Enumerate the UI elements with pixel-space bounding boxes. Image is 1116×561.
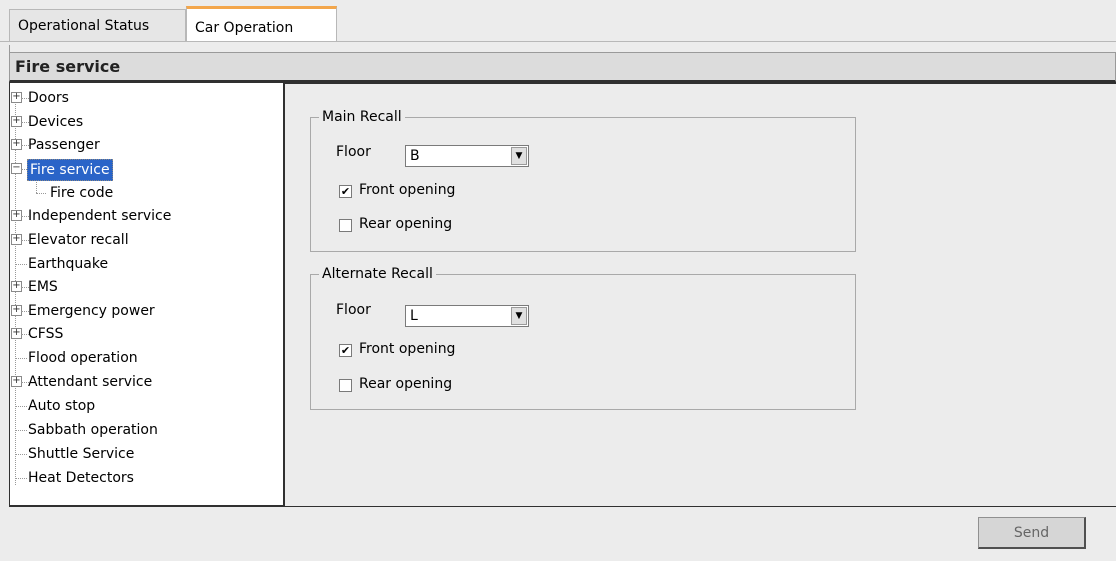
alternate-rear-opening-checkbox[interactable] <box>339 379 352 392</box>
tree-connector <box>16 454 27 455</box>
tree-item-label: Shuttle Service <box>28 446 135 462</box>
main-floor-select[interactable]: B ▼ <box>405 145 529 167</box>
tree-connector <box>16 406 27 407</box>
tree-item-label: Independent service <box>28 208 172 224</box>
alternate-front-opening-checkbox[interactable]: ✔ <box>339 344 352 357</box>
main-floor-label: Floor <box>336 144 371 160</box>
send-button[interactable]: Send <box>978 517 1086 549</box>
alternate-recall-group: Alternate Recall Floor L ▼ ✔ Front openi… <box>310 266 856 410</box>
alternate-floor-value: L <box>410 308 418 324</box>
main-recall-group: Main Recall Floor B ▼ ✔ Front opening Re… <box>310 109 856 252</box>
tree-item-label: EMS <box>28 279 58 295</box>
main-rear-opening-label: Rear opening <box>359 216 453 232</box>
footer-bar <box>9 506 1116 561</box>
tree-connector <box>16 430 27 431</box>
tree-item-label: Emergency power <box>28 303 155 319</box>
main-floor-value: B <box>410 148 420 164</box>
tab-bar: Operational Status Car Operation <box>0 0 1116 45</box>
alternate-front-opening-label: Front opening <box>359 341 456 357</box>
alternate-floor-select[interactable]: L ▼ <box>405 305 529 327</box>
main-rear-opening-checkbox[interactable] <box>339 219 352 232</box>
tab-divider <box>0 41 1116 42</box>
alternate-floor-label: Floor <box>336 302 371 318</box>
alternate-rear-opening-label: Rear opening <box>359 376 453 392</box>
main-front-opening-checkbox[interactable]: ✔ <box>339 185 352 198</box>
tree-connector <box>16 358 27 359</box>
content-panel: Main Recall Floor B ▼ ✔ Front opening Re… <box>285 82 1116 506</box>
tree-item-label: CFSS <box>28 326 64 342</box>
tree-item-label: Attendant service <box>28 374 153 390</box>
tab-operational-status[interactable]: Operational Status <box>9 9 186 41</box>
tree-connector <box>36 193 46 194</box>
main-recall-legend: Main Recall <box>319 109 405 125</box>
chevron-down-icon[interactable]: ▼ <box>511 307 527 325</box>
tree-item-label: Earthquake <box>28 256 109 272</box>
page-title: Fire service <box>9 52 1116 82</box>
tree-item-label: Devices <box>28 114 84 130</box>
tree-connector <box>16 264 27 265</box>
tree-item-label: Fire code <box>50 185 114 201</box>
tree-view[interactable]: + Doors + Devices + Passenger − Fire ser… <box>9 82 285 506</box>
tree-item-label: Elevator recall <box>28 232 129 248</box>
tree-item-label: Passenger <box>28 137 100 153</box>
chevron-down-icon[interactable]: ▼ <box>511 147 527 165</box>
tree-item-label: Fire service <box>27 159 113 181</box>
main-front-opening-label: Front opening <box>359 182 456 198</box>
tree-item-label: Heat Detectors <box>28 470 134 486</box>
tree-item-label: Flood operation <box>28 350 138 366</box>
alternate-recall-legend: Alternate Recall <box>319 266 436 282</box>
tree-item-label: Auto stop <box>28 398 96 414</box>
tree-item-label: Sabbath operation <box>28 422 158 438</box>
tab-car-operation[interactable]: Car Operation <box>186 6 337 42</box>
tree-item-label: Doors <box>28 90 69 106</box>
tree-connector <box>16 478 27 479</box>
